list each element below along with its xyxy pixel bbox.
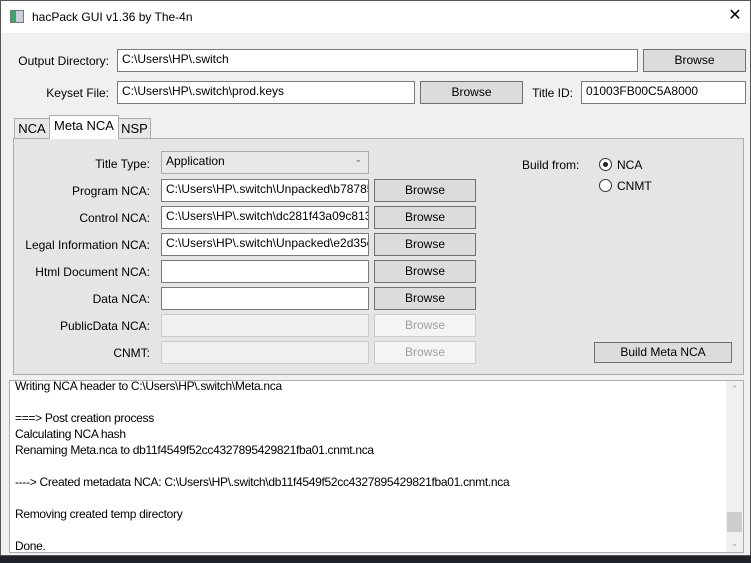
title-bar: hacPack GUI v1.36 by The-4n ✕ (1, 1, 750, 33)
tab-meta-nca[interactable]: Meta NCA (49, 115, 119, 139)
radio-nca-label: NCA (617, 158, 643, 172)
log-line: Removing created temp directory (15, 507, 183, 521)
tab-nca[interactable]: NCA (14, 118, 50, 139)
program-nca-browse-button[interactable]: Browse (374, 179, 476, 202)
title-id-input[interactable]: 01003FB00C5A8000 (581, 81, 746, 104)
control-nca-input[interactable]: C:\Users\HP\.switch\dc281f43a09c813b (161, 206, 369, 229)
keyset-browse-button[interactable]: Browse (420, 81, 523, 104)
log-line: ----> Created metadata NCA: C:\Users\HP\… (15, 475, 510, 489)
title-type-label: Title Type: (95, 157, 150, 171)
output-directory-input[interactable]: C:\Users\HP\.switch (117, 49, 638, 72)
control-nca-label: Control NCA: (79, 211, 150, 225)
tab-nsp[interactable]: NSP (118, 118, 151, 139)
cnmt-label: CNMT: (113, 346, 150, 360)
scroll-up-icon[interactable]: ⌃ (726, 384, 743, 395)
program-nca-label: Program NCA: (71, 184, 150, 198)
publicdata-nca-input[interactable] (161, 314, 369, 337)
log-line: Writing NCA header to C:\Users\HP\.switc… (15, 380, 282, 393)
keyset-file-input[interactable]: C:\Users\HP\.switch\prod.keys (117, 81, 415, 104)
log-line: ===> Post creation process (15, 411, 154, 425)
legal-information-nca-browse-button[interactable]: Browse (374, 233, 476, 256)
html-document-nca-input[interactable] (161, 260, 369, 283)
title-type-select[interactable]: Application ⌄ (161, 151, 369, 174)
close-icon[interactable]: ✕ (721, 3, 749, 31)
html-document-nca-label: Html Document NCA: (35, 265, 150, 279)
title-id-label: Title ID: (532, 86, 573, 100)
cnmt-browse-button[interactable]: Browse (374, 341, 476, 364)
window-title: hacPack GUI v1.36 by The-4n (32, 10, 193, 24)
chevron-down-icon: ⌄ (354, 154, 362, 164)
build-from-label: Build from: (522, 158, 580, 172)
program-nca-input[interactable]: C:\Users\HP\.switch\Unpacked\b78785 (161, 179, 369, 202)
meta-nca-panel (13, 138, 744, 375)
control-nca-browse-button[interactable]: Browse (374, 206, 476, 229)
scrollbar-thumb[interactable] (727, 512, 742, 532)
data-nca-label: Data NCA: (92, 292, 150, 306)
keyset-file-label: Keyset File: (46, 86, 109, 100)
data-nca-browse-button[interactable]: Browse (374, 287, 476, 310)
radio-cnmt-label: CNMT (617, 179, 652, 193)
radio-nca[interactable] (599, 158, 612, 171)
cnmt-input[interactable] (161, 341, 369, 364)
log-line: Done. (15, 539, 46, 553)
build-meta-nca-button[interactable]: Build Meta NCA (594, 342, 732, 363)
output-directory-label: Output Directory: (18, 54, 109, 68)
log-line: Renaming Meta.nca to db11f4549f52cc43278… (15, 443, 374, 457)
radio-cnmt[interactable] (599, 179, 612, 192)
app-icon (10, 10, 24, 23)
legal-information-nca-input[interactable]: C:\Users\HP\.switch\Unpacked\e2d35c (161, 233, 369, 256)
title-type-value: Application (166, 154, 225, 168)
output-browse-button[interactable]: Browse (643, 49, 746, 72)
log-scrollbar[interactable]: ⌃ ⌄ (726, 381, 743, 552)
log-output[interactable]: Writing NCA header to C:\Users\HP\.switc… (9, 380, 744, 553)
publicdata-nca-browse-button[interactable]: Browse (374, 314, 476, 337)
html-document-nca-browse-button[interactable]: Browse (374, 260, 476, 283)
data-nca-input[interactable] (161, 287, 369, 310)
app-window: hacPack GUI v1.36 by The-4n ✕ Output Dir… (0, 0, 751, 556)
legal-information-nca-label: Legal Information NCA: (25, 238, 150, 252)
publicdata-nca-label: PublicData NCA: (59, 319, 150, 333)
log-line: Calculating NCA hash (15, 427, 126, 441)
scroll-down-icon[interactable]: ⌄ (726, 538, 743, 549)
